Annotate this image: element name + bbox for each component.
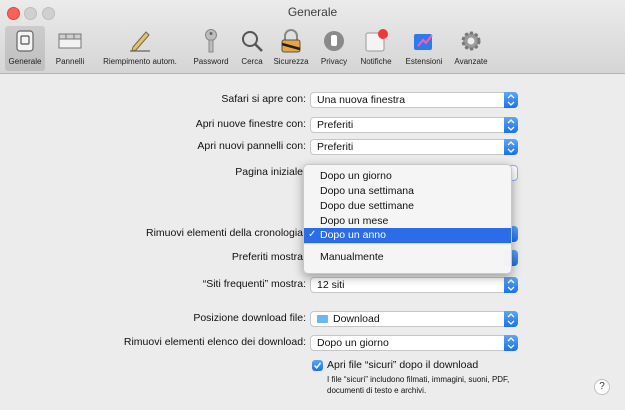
new-windows-popup[interactable]: Preferiti bbox=[310, 117, 518, 133]
menu-item-label: Dopo una settimana bbox=[320, 185, 414, 197]
menu-item-one-month[interactable]: Dopo un mese bbox=[304, 214, 511, 229]
tab-label: Privacy bbox=[320, 57, 348, 66]
new-tabs-popup[interactable]: Preferiti bbox=[310, 139, 518, 155]
popup-arrows-icon bbox=[504, 311, 518, 327]
tab-label: Pannelli bbox=[55, 57, 85, 66]
remove-history-label: Rimuovi elementi della cronologia bbox=[146, 227, 303, 239]
tab-password[interactable]: Password bbox=[187, 26, 235, 71]
popup-value: Preferiti bbox=[317, 141, 354, 153]
tab-privacy[interactable]: Privacy bbox=[315, 26, 353, 71]
download-location-popup[interactable]: Download bbox=[310, 311, 518, 327]
puzzle-icon bbox=[414, 34, 433, 50]
homepage-label: Pagina iniziale bbox=[235, 166, 303, 178]
safari-opens-label: Safari si apre con: bbox=[221, 93, 306, 105]
tab-riempimento[interactable]: Riempimento autom. bbox=[94, 26, 186, 71]
download-location-label: Posizione download file: bbox=[193, 312, 306, 324]
menu-item-two-weeks[interactable]: Dopo due settimane bbox=[304, 199, 511, 214]
tab-estensioni[interactable]: Estensioni bbox=[399, 26, 449, 71]
remove-downloads-popup[interactable]: Dopo un giorno bbox=[310, 335, 518, 351]
menu-item-manually[interactable]: Manualmente bbox=[304, 250, 511, 265]
tab-label: Riempimento autom. bbox=[103, 57, 177, 66]
remove-downloads-label: Rimuovi elementi elenco dei download: bbox=[123, 336, 306, 348]
popup-value: Preferiti bbox=[317, 119, 354, 131]
window-title: Generale bbox=[287, 5, 338, 19]
popup-arrows-icon bbox=[504, 92, 518, 108]
preferences-window: Generale Generale Pannelli Riempimento a… bbox=[0, 0, 625, 410]
key-icon bbox=[205, 29, 217, 53]
popup-arrows-icon bbox=[504, 277, 518, 293]
general-switch-icon bbox=[16, 30, 34, 52]
menu-item-label: Dopo due settimane bbox=[320, 200, 414, 212]
tab-notifiche[interactable]: Notifiche bbox=[354, 26, 398, 71]
popup-arrows-icon bbox=[504, 139, 518, 155]
tab-label: Cerca bbox=[241, 57, 263, 66]
menu-item-label: Dopo un anno bbox=[320, 229, 386, 241]
tab-avanzate[interactable]: Avanzate bbox=[449, 26, 493, 71]
new-windows-label: Apri nuove finestre con: bbox=[195, 118, 306, 130]
popup-value: Una nuova finestra bbox=[317, 94, 406, 106]
history-dropdown-menu: Dopo un giorno Dopo una settimana Dopo d… bbox=[303, 164, 512, 274]
tab-sicurezza[interactable]: Sicurezza bbox=[268, 26, 314, 71]
menu-item-label: Manualmente bbox=[320, 251, 384, 263]
popup-arrows-icon bbox=[504, 117, 518, 133]
title-bar: Generale Generale Pannelli Riempimento a… bbox=[0, 0, 625, 74]
tab-label: Password bbox=[193, 57, 229, 66]
popup-value: Dopo un giorno bbox=[317, 337, 389, 349]
tab-label: Notifiche bbox=[360, 57, 392, 66]
tab-label: Generale bbox=[8, 57, 42, 66]
menu-item-one-week[interactable]: Dopo una settimana bbox=[304, 184, 511, 199]
tab-label: Estensioni bbox=[405, 57, 443, 66]
tab-generale[interactable]: Generale bbox=[5, 26, 45, 71]
notification-icon bbox=[365, 29, 388, 52]
menu-item-one-year[interactable]: ✓ Dopo un anno bbox=[304, 228, 511, 243]
menu-item-label: Dopo un giorno bbox=[320, 170, 392, 182]
safari-opens-popup[interactable]: Una nuova finestra bbox=[310, 92, 518, 108]
menu-item-one-day[interactable]: Dopo un giorno bbox=[304, 169, 511, 184]
popup-value: 12 siti bbox=[317, 279, 345, 291]
popup-value: Download bbox=[317, 313, 380, 325]
help-button[interactable]: ? bbox=[594, 379, 610, 395]
tab-pannelli[interactable]: Pannelli bbox=[46, 26, 94, 71]
tab-label: Sicurezza bbox=[273, 57, 309, 66]
checkmark-icon: ✓ bbox=[308, 229, 317, 240]
safe-files-help: I file “sicuri” includono filmati, immag… bbox=[327, 375, 510, 395]
top-sites-label: “Siti frequenti” mostra: bbox=[202, 278, 306, 290]
menu-separator bbox=[304, 243, 511, 244]
safe-files-label[interactable]: Apri file “sicuri” dopo il download bbox=[327, 359, 478, 371]
gear-icon bbox=[461, 31, 481, 51]
top-sites-popup[interactable]: 12 siti bbox=[310, 277, 518, 293]
download-folder-name: Download bbox=[333, 313, 380, 325]
new-tabs-label: Apri nuovi pannelli con: bbox=[197, 140, 306, 152]
folder-icon bbox=[317, 315, 328, 323]
favorites-label: Preferiti mostra bbox=[231, 251, 303, 263]
tab-label: Avanzate bbox=[454, 57, 488, 66]
popup-arrows-icon bbox=[504, 335, 518, 351]
pencil-icon bbox=[130, 31, 150, 52]
tab-cerca[interactable]: Cerca bbox=[236, 26, 268, 71]
search-icon bbox=[242, 31, 263, 52]
tabs-icon bbox=[58, 33, 82, 49]
menu-item-label: Dopo un mese bbox=[320, 215, 389, 227]
checkmark-icon bbox=[313, 362, 322, 369]
lock-icon bbox=[281, 29, 301, 53]
hand-icon bbox=[324, 31, 344, 51]
safe-files-checkbox[interactable] bbox=[312, 360, 323, 371]
